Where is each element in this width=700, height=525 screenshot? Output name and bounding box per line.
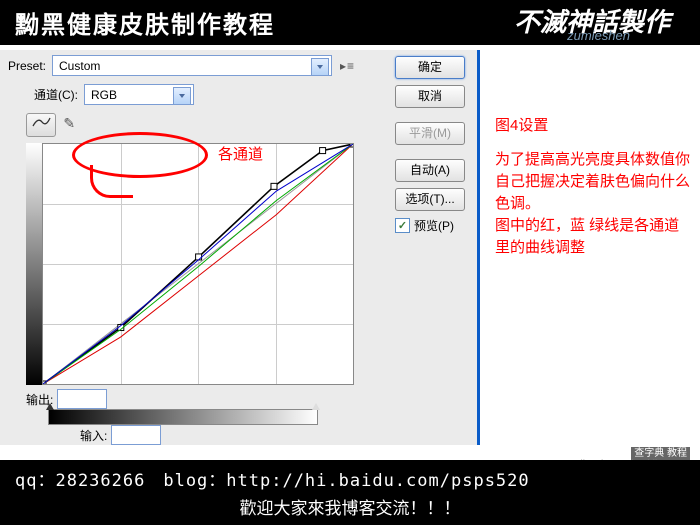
chevron-down-icon[interactable] (173, 87, 191, 105)
input-gradient (48, 409, 318, 425)
preview-checkbox[interactable]: ✓ 预览(P) (395, 217, 465, 234)
chevron-down-icon[interactable] (311, 58, 329, 76)
footer-contact: qq：28236266 blog：http://hi.baidu.com/psp… (15, 466, 685, 491)
annotation-body: 为了提高高光亮度具体数值你自己把握决定着肤色偏向什么色调。 图中的红，蓝 绿线是… (495, 149, 690, 259)
options-button[interactable]: 选项(T)... (395, 188, 465, 211)
annotation-text: 图4设置 为了提高高光亮度具体数值你自己把握决定着肤色偏向什么色调。 图中的红，… (495, 115, 690, 259)
smooth-button: 平滑(M) (395, 122, 465, 145)
channel-value: RGB (91, 88, 117, 102)
input-label: 输入: (80, 427, 107, 444)
input-input[interactable] (111, 425, 161, 445)
preset-select[interactable]: Custom (52, 55, 332, 76)
preset-label: Preset: (8, 59, 46, 73)
menu-icon[interactable] (340, 59, 358, 73)
curve-lines (43, 144, 353, 384)
auto-button[interactable]: 自动(A) (395, 159, 465, 182)
white-point-handle[interactable] (312, 403, 320, 410)
ok-button[interactable]: 确定 (395, 56, 465, 79)
footer: qq：28236266 blog：http://hi.baidu.com/psp… (0, 460, 700, 525)
channel-label: 通道(C): (34, 86, 78, 103)
channel-select[interactable]: RGB (84, 84, 194, 105)
preview-label: 预览(P) (414, 217, 454, 234)
pencil-tool-icon[interactable] (63, 115, 75, 132)
output-input[interactable] (57, 389, 107, 409)
plot-area[interactable] (42, 143, 354, 385)
footer-welcome: 歡迎大家來我博客交流！！！ (15, 494, 685, 519)
curves-dialog: Preset: Custom 通道(C): RGB 输出: 输入: (0, 50, 480, 445)
preset-value: Custom (59, 59, 100, 73)
page-title: 黝黑健康皮肤制作教程 (15, 5, 275, 40)
black-point-handle[interactable] (46, 403, 54, 410)
annotation-title: 图4设置 (495, 115, 690, 137)
brand-subtitle: zumieshen (567, 28, 630, 43)
cancel-button[interactable]: 取消 (395, 85, 465, 108)
channel-note: 各通道 (218, 143, 263, 164)
output-gradient (26, 143, 42, 385)
checkmark-icon: ✓ (395, 218, 410, 233)
curves-graph[interactable] (26, 143, 354, 385)
curve-tool-button[interactable] (26, 113, 56, 137)
